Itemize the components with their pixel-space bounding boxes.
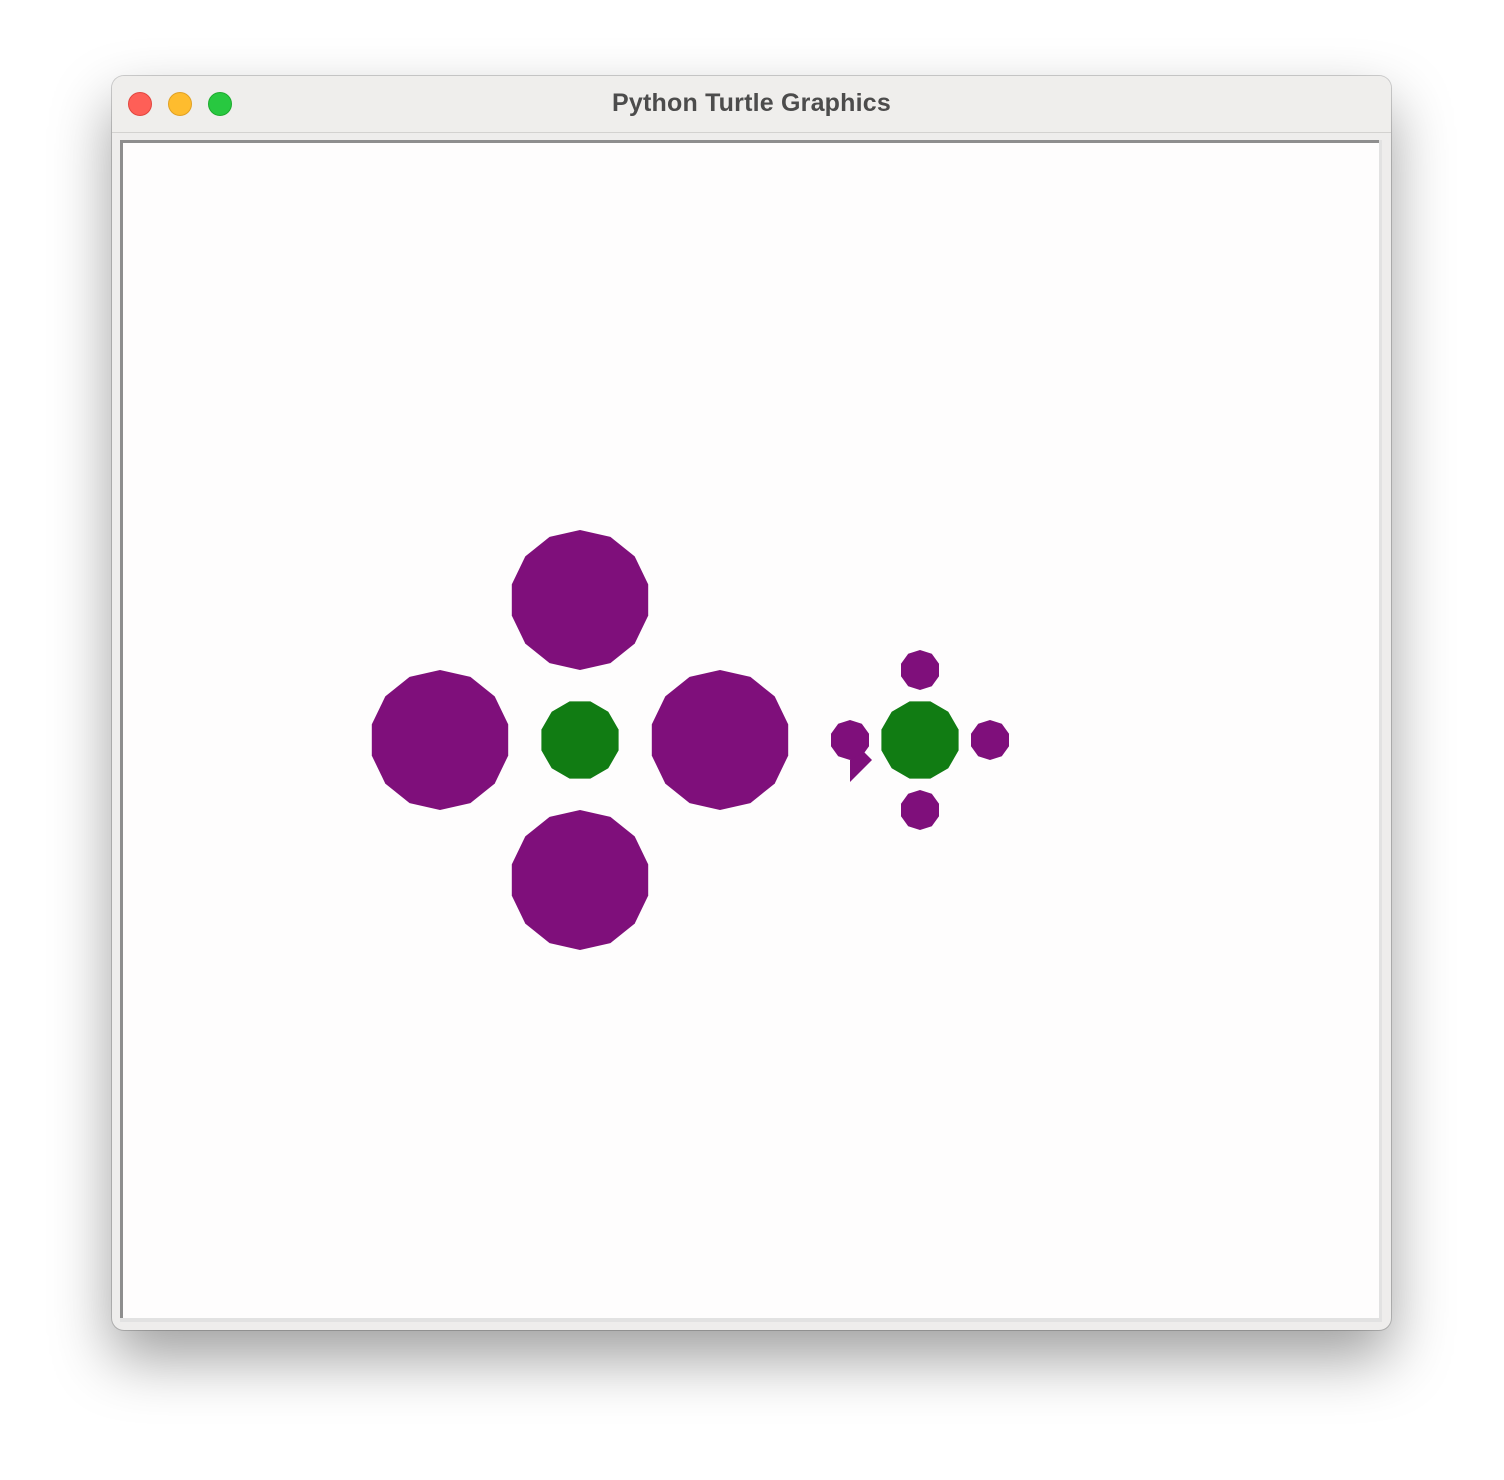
small-flower-petal-top	[901, 650, 939, 690]
drawing-surface	[371, 530, 1009, 950]
title-bar[interactable]: Python Turtle Graphics	[112, 76, 1391, 133]
large-flower-petal-right	[651, 670, 789, 810]
window-title: Python Turtle Graphics	[612, 89, 891, 117]
small-flower-petal-right	[971, 720, 1009, 760]
turtle-canvas[interactable]	[120, 140, 1379, 1318]
turtle-window: Python Turtle Graphics	[112, 76, 1391, 1330]
large-flower-petal-top	[511, 530, 649, 670]
large-flower-petal-bottom	[511, 810, 649, 950]
large-flower-center	[541, 701, 619, 779]
canvas-frame	[120, 140, 1382, 1322]
large-flower-petal-left	[371, 670, 509, 810]
small-flower-center	[881, 701, 959, 779]
small-flower-petal-bottom	[901, 790, 939, 830]
